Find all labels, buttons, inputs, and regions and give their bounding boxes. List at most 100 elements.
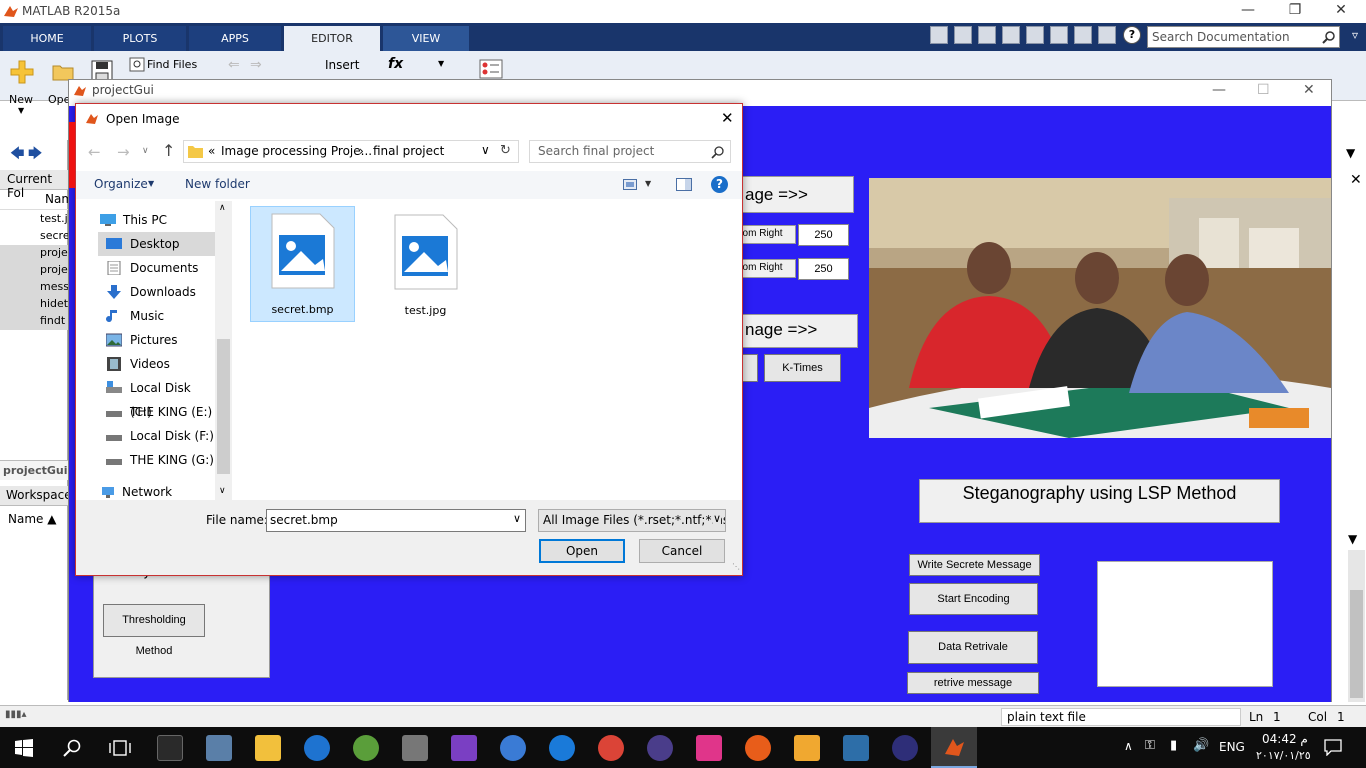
show-hidden-icons[interactable]: ∧ <box>1124 739 1133 753</box>
forward-icon[interactable]: → <box>117 143 130 161</box>
language-indicator[interactable]: ENG <box>1219 740 1245 754</box>
organize-button[interactable]: Organize <box>94 177 148 191</box>
scrollbar-thumb[interactable] <box>1350 590 1363 698</box>
tab-apps[interactable]: APPS <box>189 26 281 51</box>
tab-view[interactable]: VIEW <box>383 26 469 51</box>
address-bar[interactable]: « Image processing Proje... › final proj… <box>183 140 519 163</box>
breakpoints-icon[interactable] <box>478 58 504 80</box>
recent-dropdown-icon[interactable]: ∨ <box>142 146 149 156</box>
bottom-right-input-1[interactable]: 250 <box>798 224 849 246</box>
ribbon-collapse-icon[interactable]: ▿ <box>1352 28 1358 42</box>
scroll-down-icon[interactable]: ∨ <box>219 486 226 496</box>
nav-downloads[interactable]: Downloads <box>98 280 214 304</box>
close-icon[interactable]: ✕ <box>1321 2 1361 18</box>
workspace-name-column[interactable]: Name ▲ <box>0 510 68 530</box>
file-row[interactable]: proje <box>0 262 68 279</box>
bottom-right-input-2[interactable]: 250 <box>798 258 849 280</box>
notifications-icon[interactable] <box>1324 739 1342 756</box>
nav-this-pc[interactable]: This PC <box>91 208 207 232</box>
fx-button[interactable]: fx <box>388 56 403 72</box>
start-encoding-button[interactable]: Start Encoding <box>909 583 1038 615</box>
refresh-icon[interactable]: ↻ <box>500 143 511 158</box>
open-button[interactable]: Open <box>539 539 625 563</box>
restore-icon[interactable]: ❐ <box>1275 2 1315 18</box>
network-status-icon[interactable]: ⚿ <box>1145 738 1155 753</box>
toolbar-icon[interactable] <box>930 26 948 44</box>
clock-date[interactable]: ٢٠١٧/٠١/٢٥ <box>1256 749 1311 762</box>
new-dropdown-icon[interactable]: ▼ <box>18 106 24 115</box>
find-files-button[interactable]: Find Files <box>147 58 197 71</box>
file-explorer-icon[interactable] <box>255 735 281 761</box>
redo-icon[interactable] <box>1074 26 1092 44</box>
file-type-dropdown-icon[interactable]: ∨ <box>712 512 721 525</box>
file-row[interactable]: mess <box>0 279 69 296</box>
file-row[interactable]: secre <box>0 228 70 245</box>
file-row[interactable]: proje <box>0 245 68 262</box>
file-row[interactable]: findt <box>0 313 68 330</box>
chrome-icon[interactable] <box>598 735 624 761</box>
search-icon[interactable] <box>711 146 724 159</box>
nav-back-icon[interactable]: 🡄 <box>10 143 24 167</box>
view-options-icon[interactable] <box>623 179 637 190</box>
insert-dropdown-icon[interactable]: ▼ <box>438 59 444 68</box>
cancel-button[interactable]: Cancel <box>639 539 725 563</box>
save-icon[interactable] <box>954 26 972 44</box>
paste-icon[interactable] <box>1026 26 1044 44</box>
eclipse-icon[interactable] <box>647 735 673 761</box>
nav-pictures[interactable]: Pictures <box>98 328 214 352</box>
sublime-icon[interactable] <box>794 735 820 761</box>
switch-window-icon[interactable] <box>1098 26 1116 44</box>
up-icon[interactable]: ↑ <box>162 141 175 160</box>
scrollbar[interactable] <box>1348 550 1365 702</box>
undo-icon[interactable] <box>1050 26 1068 44</box>
back-icon[interactable]: ← <box>88 143 101 161</box>
nav-local-disk-c[interactable]: Local Disk (C:) <box>98 376 214 419</box>
nav-videos[interactable]: Videos <box>98 352 214 376</box>
battery-icon[interactable]: ▮ <box>1170 738 1177 753</box>
k-times-button[interactable]: K-Times <box>764 354 841 382</box>
nav-local-disk-f[interactable]: Local Disk (F:) <box>98 424 214 448</box>
nav-scrollbar[interactable]: ∧ ∨ <box>215 201 232 501</box>
new-folder-button[interactable]: New folder <box>185 177 250 191</box>
nav-music[interactable]: Music <box>98 304 214 328</box>
close-panel-icon[interactable]: ✕ <box>1350 172 1362 188</box>
file-row[interactable]: test.j <box>0 211 68 228</box>
status-menu-icon[interactable]: ▮▮▮▴ <box>5 709 27 720</box>
app-icon[interactable] <box>549 735 575 761</box>
file-name-dropdown-icon[interactable]: ∨ <box>513 512 521 525</box>
nav-forward-icon[interactable]: 🡆 <box>28 143 42 167</box>
collapse-arrow-icon[interactable]: ▼ <box>1346 146 1355 160</box>
files-name-header[interactable]: Nam <box>0 190 73 210</box>
cut-icon[interactable] <box>978 26 996 44</box>
thresholding-method-button[interactable]: Thresholding Method <box>103 604 205 657</box>
address-dropdown-icon[interactable]: ∨ <box>481 143 490 157</box>
nav-desktop[interactable]: Desktop <box>98 232 215 256</box>
intellij-icon[interactable] <box>696 735 722 761</box>
file-item[interactable]: test.jpg <box>374 206 479 322</box>
data-retrieval-button[interactable]: Data Retrivale <box>908 631 1038 664</box>
store-icon[interactable] <box>157 735 183 761</box>
tab-home[interactable]: HOME <box>3 26 91 51</box>
clock-time[interactable]: 04:42 م <box>1262 732 1308 746</box>
find-files-icon[interactable] <box>129 57 145 72</box>
nav-scrollbar-thumb[interactable] <box>217 339 230 474</box>
back-arrow-icon[interactable]: ⇐ <box>228 57 240 73</box>
database-icon[interactable] <box>402 735 428 761</box>
app-icon[interactable] <box>892 735 918 761</box>
volume-icon[interactable]: 🔊 <box>1193 738 1209 753</box>
windows-start-icon[interactable] <box>15 739 33 757</box>
tab-editor[interactable]: EDITOR <box>284 26 380 51</box>
task-view-icon[interactable] <box>109 739 131 757</box>
photos-app-icon[interactable] <box>206 735 232 761</box>
search-icon[interactable] <box>1322 31 1335 44</box>
app-icon[interactable] <box>500 735 526 761</box>
insert-button[interactable]: Insert <box>325 58 359 72</box>
file-row[interactable]: hidet <box>0 296 68 313</box>
organize-dropdown-icon[interactable]: ▼ <box>148 179 154 188</box>
android-studio-icon[interactable] <box>353 735 379 761</box>
nav-the-king-e[interactable]: THE KING (E:) <box>98 400 214 424</box>
help-icon[interactable]: ? <box>1123 26 1141 44</box>
minimize-icon[interactable]: — <box>1212 82 1226 98</box>
scroll-up-icon[interactable]: ∧ <box>219 203 226 213</box>
search-folder-input[interactable]: Search final project <box>529 140 731 163</box>
